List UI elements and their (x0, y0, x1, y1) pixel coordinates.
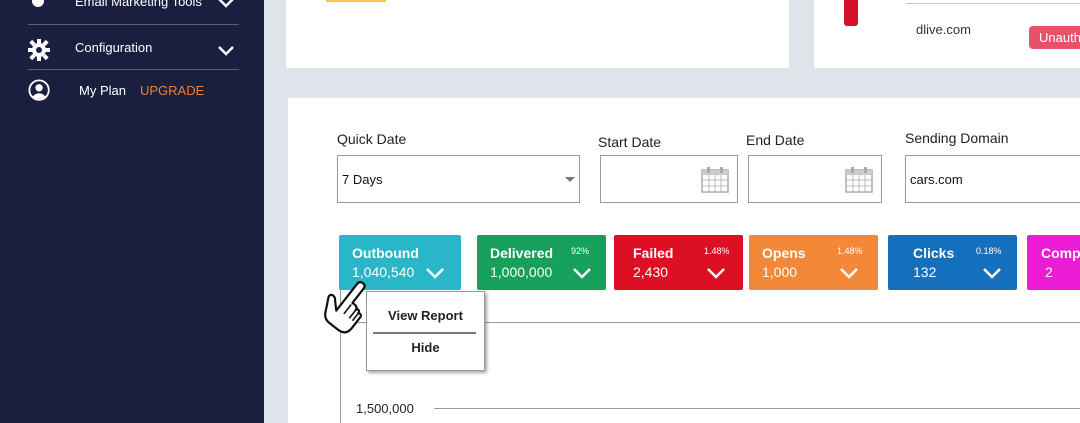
sending-domain-value: cars.com (910, 172, 963, 187)
red-bar (844, 0, 858, 26)
stat-percent: 0.18% (976, 246, 1002, 256)
start-date-label: Start Date (598, 134, 662, 150)
calendar-icon[interactable] (845, 166, 873, 193)
stat-name: Clicks (913, 245, 955, 261)
gear-icon (28, 39, 50, 61)
stat-name: Opens (762, 245, 806, 261)
stat-value: 132 (913, 264, 937, 280)
chevron-down-icon[interactable] (217, 45, 235, 57)
chart-gridline (434, 408, 1080, 409)
sidebar-item-email-marketing-tools[interactable]: Email Marketing Tools (28, 0, 239, 30)
chevron-down-icon[interactable] (982, 267, 1002, 280)
chevron-down-icon[interactable] (839, 267, 859, 280)
upgrade-link[interactable]: UPGRADE (140, 83, 204, 98)
user-icon (28, 79, 50, 101)
end-date-field[interactable] (748, 155, 882, 203)
sidebar: Email Marketing Tools Configuration My P… (0, 0, 264, 423)
hide-option[interactable]: Hide (367, 340, 484, 355)
chevron-down-icon[interactable] (572, 267, 592, 280)
stat-value: 1,000 (762, 264, 798, 280)
chevron-down-icon[interactable] (706, 267, 726, 280)
start-date-field[interactable] (600, 155, 738, 203)
stat-percent: 92% (571, 246, 590, 256)
quick-date-label: Quick Date (337, 131, 407, 147)
stat-tile-opens[interactable]: Opens 1.48% 1,000 (749, 235, 878, 290)
quick-date-select[interactable]: 7 Days (337, 155, 580, 203)
view-report-option[interactable]: View Report (367, 308, 484, 323)
table-divider (906, 3, 1080, 4)
stat-tile-delivered[interactable]: Delivered 92% 1,000,000 (477, 235, 606, 290)
sidebar-item-configuration[interactable]: Configuration (28, 37, 239, 81)
sidebar-divider (28, 69, 239, 70)
stat-value: 1,000,000 (490, 264, 553, 280)
domain-name: dlive.com (916, 22, 971, 37)
stat-percent: 1.48% (704, 246, 730, 256)
stat-value: 2 (1045, 264, 1053, 280)
stat-percent: 1.48% (837, 246, 863, 256)
status-badge: Unauth (1029, 26, 1080, 49)
hand-cursor-icon (324, 280, 366, 334)
circle-icon (32, 0, 44, 7)
sending-domain-field[interactable]: cars.com (905, 155, 1080, 203)
caret-down-icon (565, 177, 575, 182)
menu-divider (373, 332, 476, 334)
stat-name: Comp (1041, 245, 1080, 261)
sidebar-item-label: My Plan (79, 83, 126, 98)
sidebar-divider (28, 24, 239, 25)
sidebar-item-label: Configuration (75, 40, 153, 55)
quick-date-value: 7 Days (342, 172, 383, 187)
chevron-down-icon[interactable] (217, 0, 235, 9)
progress-bar (326, 0, 386, 2)
sidebar-item-label: Email Marketing Tools (75, 0, 202, 9)
stat-value: 2,430 (633, 264, 669, 280)
stat-name: Delivered (490, 245, 554, 261)
stat-name: Outbound (352, 245, 419, 261)
calendar-icon[interactable] (701, 166, 729, 193)
end-date-label: End Date (746, 132, 805, 148)
sidebar-item-my-plan[interactable]: My Plan (28, 79, 239, 123)
chevron-down-icon[interactable] (425, 267, 445, 280)
stat-tile-clicks[interactable]: Clicks 0.18% 132 (888, 235, 1017, 290)
sending-domain-label: Sending Domain (905, 130, 1009, 146)
stat-tile-failed[interactable]: Failed 1.48% 2,430 (614, 235, 743, 290)
stat-name: Failed (633, 245, 674, 261)
stat-dropdown-menu: View Report Hide (366, 291, 485, 371)
stat-tile-comp[interactable]: Comp 2 (1027, 235, 1080, 290)
top-card-left (286, 0, 789, 68)
y-tick-label: 1,500,000 (356, 401, 414, 416)
